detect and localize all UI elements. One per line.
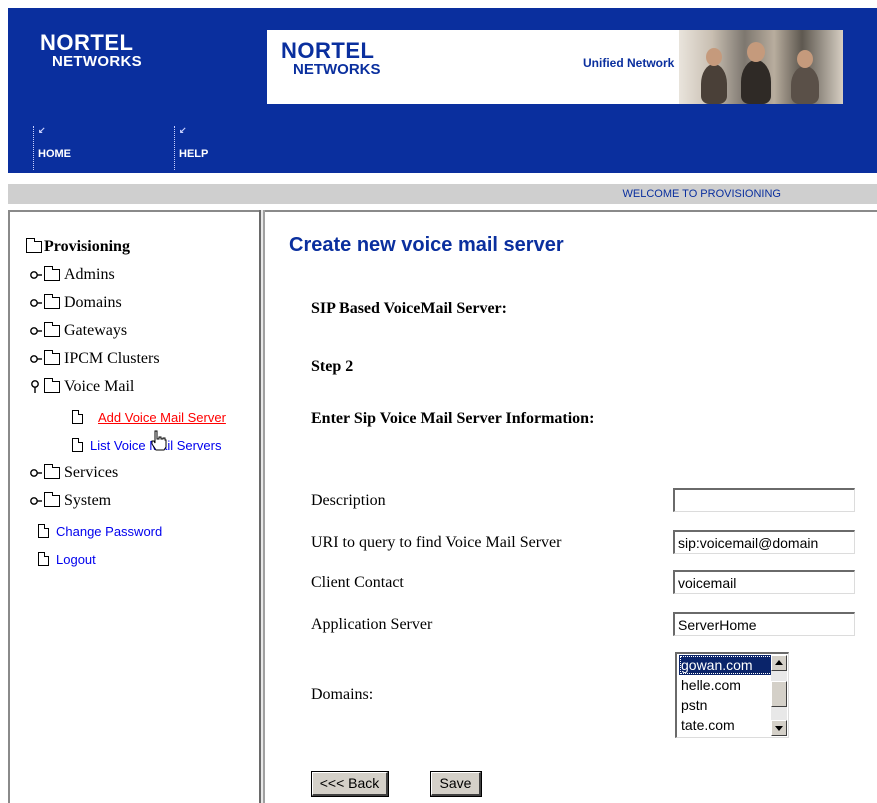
welcome-bar: WELCOME TO PROVISIONING [8,184,877,204]
tree-item-label: Services [64,464,119,481]
navigation-tree: Provisioning Admins Domains Gateways IPC… [8,210,260,803]
tree-item-label: Domains [64,294,122,311]
description-label: Description [311,492,386,509]
banner-logo: NORTEL NETWORKS [281,38,381,78]
photo-person-body [701,64,727,104]
tree-item-label: Admins [64,266,115,283]
uri-label: URI to query to find Voice Mail Server [311,534,562,551]
app-server-label: Application Server [311,616,433,633]
domain-option[interactable]: helle.com [679,675,773,695]
scroll-up-button[interactable] [771,655,787,671]
logout-link[interactable]: Logout [56,552,96,567]
form-instruction: Enter Sip Voice Mail Server Information: [311,410,595,427]
logo-line1: NORTEL [40,30,134,55]
folder-icon [44,322,60,337]
arrow-down-icon [775,726,783,731]
page-title: Create new voice mail server [289,234,564,256]
welcome-text: WELCOME TO PROVISIONING [622,188,781,200]
domain-option[interactable]: tate.com [679,715,773,735]
document-icon [72,438,83,452]
domains-scrollbar[interactable] [771,655,787,736]
client-contact-label: Client Contact [311,574,404,591]
photo-person-head [747,42,765,62]
app-server-input[interactable] [673,612,855,636]
logo-line2: NETWORKS [52,53,142,70]
photo-person-head [706,48,722,66]
tree-item-label: Gateways [64,322,128,339]
document-icon [38,552,49,566]
expand-key-icon[interactable] [30,298,42,308]
folder-icon [44,464,60,479]
banner-logo-line1: NORTEL [281,38,375,63]
banner-photo [679,30,843,104]
app-window: NORTEL NETWORKS NORTEL NETWORKS Unified … [0,0,877,803]
scroll-down-button[interactable] [771,720,787,736]
expand-key-icon[interactable] [30,496,42,506]
nav-help-label: HELP [179,148,209,160]
help-icon: ↙ [179,125,187,135]
expand-key-icon[interactable] [30,326,42,336]
nav-home-link[interactable]: ↙ HOME [33,125,154,170]
nortel-logo: NORTEL NETWORKS [40,30,142,70]
banner-logo-line2: NETWORKS [293,61,381,78]
folder-icon [44,266,60,281]
home-icon: ↙ [38,125,46,135]
add-voice-mail-server-link[interactable]: Add Voice Mail Server [98,410,226,425]
tree-item-label: IPCM Clusters [64,350,160,367]
domain-option[interactable]: pstn [679,695,773,715]
nav-home-label: HOME [38,148,71,160]
step-label: Step 2 [311,358,354,375]
banner-tagline: Unified Network [583,56,675,70]
content-panel: Create new voice mail server SIP Based V… [265,210,877,803]
tree-item-label: System [64,492,112,509]
domain-option[interactable]: gowan.com [679,655,773,675]
expand-key-icon[interactable] [30,468,42,478]
form-subtitle: SIP Based VoiceMail Server: [311,300,507,317]
back-button[interactable]: <<< Back [311,771,389,797]
folder-icon [44,492,60,507]
photo-person-body [791,66,819,104]
folder-icon [44,350,60,365]
arrow-up-icon [775,660,783,665]
description-input[interactable] [673,488,855,512]
folder-icon [44,294,60,309]
photo-person-head [797,50,813,68]
scroll-thumb[interactable] [771,681,787,707]
document-icon [72,410,83,424]
expand-key-icon[interactable] [30,354,42,364]
header-bar: NORTEL NETWORKS NORTEL NETWORKS Unified … [8,8,877,173]
folder-icon [26,238,42,253]
nav-help-link[interactable]: ↙ HELP [174,125,255,170]
expand-key-icon[interactable] [30,270,42,280]
document-icon [38,524,49,538]
folder-icon [44,378,60,393]
hand-cursor-icon [151,430,167,451]
tree-item-label: Voice Mail [64,378,135,395]
change-password-link[interactable]: Change Password [56,524,162,539]
client-contact-input[interactable] [673,570,855,594]
uri-input[interactable] [673,530,855,554]
domains-label: Domains: [311,686,374,703]
collapse-key-icon[interactable] [30,380,40,393]
domains-listbox[interactable]: gowan.com helle.com pstn tate.com [675,652,789,738]
save-button[interactable]: Save [430,771,482,797]
banner-image: NORTEL NETWORKS Unified Network [267,30,843,104]
photo-person-body [741,60,771,104]
tree-root-label: Provisioning [44,238,130,255]
